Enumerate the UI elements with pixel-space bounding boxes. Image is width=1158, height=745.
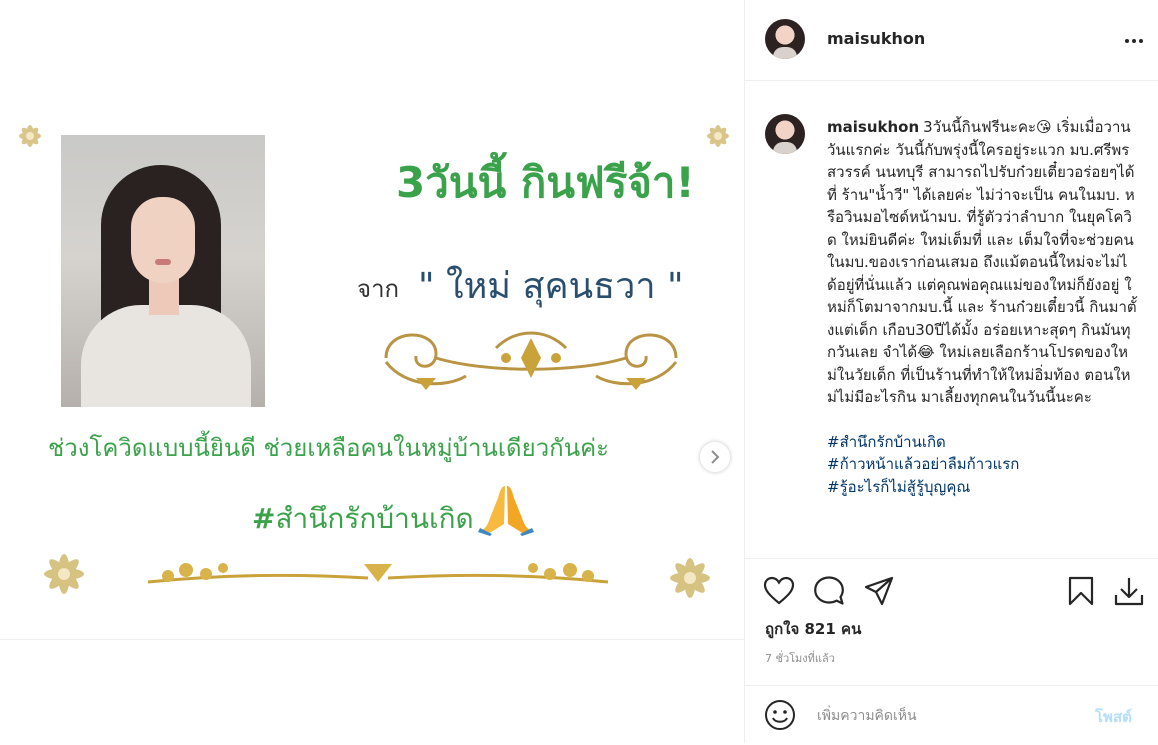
chevron-right-icon [711,450,720,464]
caption-area: maisukhon 3วันนี้กินฟรีนะคะ😘 เริ่มเมื่อวา… [745,86,1158,558]
comment-bar: โพสต์ [745,685,1158,745]
poster-from-label: จาก [357,275,400,303]
poster-from-name: " ใหม่ สุคนธวา " [418,266,684,307]
more-options-icon [1125,39,1129,43]
post-media: 3วันนี้ กินฟรีจ้า! จาก " ใหม่ สุคนธวา " … [0,0,744,743]
flower-ornament-icon [19,125,41,147]
hashtag-link[interactable]: #ก้าวหน้าแล้วอย่าลืมก้าวแรก [827,453,1137,476]
comment-icon[interactable] [813,575,845,607]
flower-ornament-icon [707,125,729,147]
post-comment-button[interactable]: โพสต์ [1095,705,1132,729]
header-username[interactable]: maisukhon [827,29,925,48]
share-icon[interactable] [863,575,895,607]
poster-hashtag-text: สำนึกรักบ้านเกิด [275,502,474,535]
bookmark-icon[interactable] [1065,575,1097,607]
post-timestamp[interactable]: 7 ชั่วโมงที่แล้ว [765,649,835,667]
post-header: maisukhon [745,0,1158,81]
post-actions: ถูกใจ 821 คน 7 ชั่วโมงที่แล้ว โพสต์ [745,558,1158,744]
comment-input[interactable] [815,700,1089,732]
poster-hashtag-mark: # [252,502,276,535]
avatar[interactable] [765,19,805,59]
post-sidebar: maisukhon maisukhon 3วันนี้กินฟรีนะคะ😘 เร… [744,0,1158,743]
flower-ornament-icon [670,558,710,598]
caption-avatar[interactable] [765,114,805,154]
caption-hashtags: #สำนึกรักบ้านเกิด #ก้าวหน้าแล้วอย่าลืมก้… [827,431,1137,499]
poster-covid-line: ช่วงโควิดแบบนี้ยินดี ช่วยเหลือคนในหมู่บ้… [48,434,610,462]
portrait-photo [61,135,265,407]
caption-username[interactable]: maisukhon [827,118,919,136]
caption-text: 3วันนี้กินฟรีนะคะ😘 เริ่มเมื่อวานวันแรกค่… [827,118,1137,406]
media-divider [0,639,744,640]
post-image[interactable]: 3วันนี้ กินฟรีจ้า! จาก " ใหม่ สุคนธวา " … [0,86,744,638]
praying-hands-icon [478,486,534,536]
poster-headline: 3วันนี้ กินฟรีจ้า! [396,158,695,207]
flower-ornament-icon [44,554,84,594]
download-icon[interactable] [1113,575,1145,607]
more-options-button[interactable] [1121,29,1147,53]
poster-hashtag: #สำนึกรักบ้านเกิด [252,497,474,541]
hashtag-link[interactable]: #สำนึกรักบ้านเกิด [827,431,1137,454]
hashtag-link[interactable]: #รู้อะไรก็ไม่สู้รู้บุญคุณ [827,476,1137,499]
emoji-icon[interactable] [763,698,797,732]
caption: maisukhon 3วันนี้กินฟรีนะคะ😘 เริ่มเมื่อวา… [827,116,1137,498]
heart-icon[interactable] [763,575,795,607]
likes-count[interactable]: ถูกใจ 821 คน [765,617,861,641]
next-image-button[interactable] [700,442,730,472]
gold-floral-border-icon [147,563,609,584]
gold-scroll-ornament-icon [384,331,678,390]
